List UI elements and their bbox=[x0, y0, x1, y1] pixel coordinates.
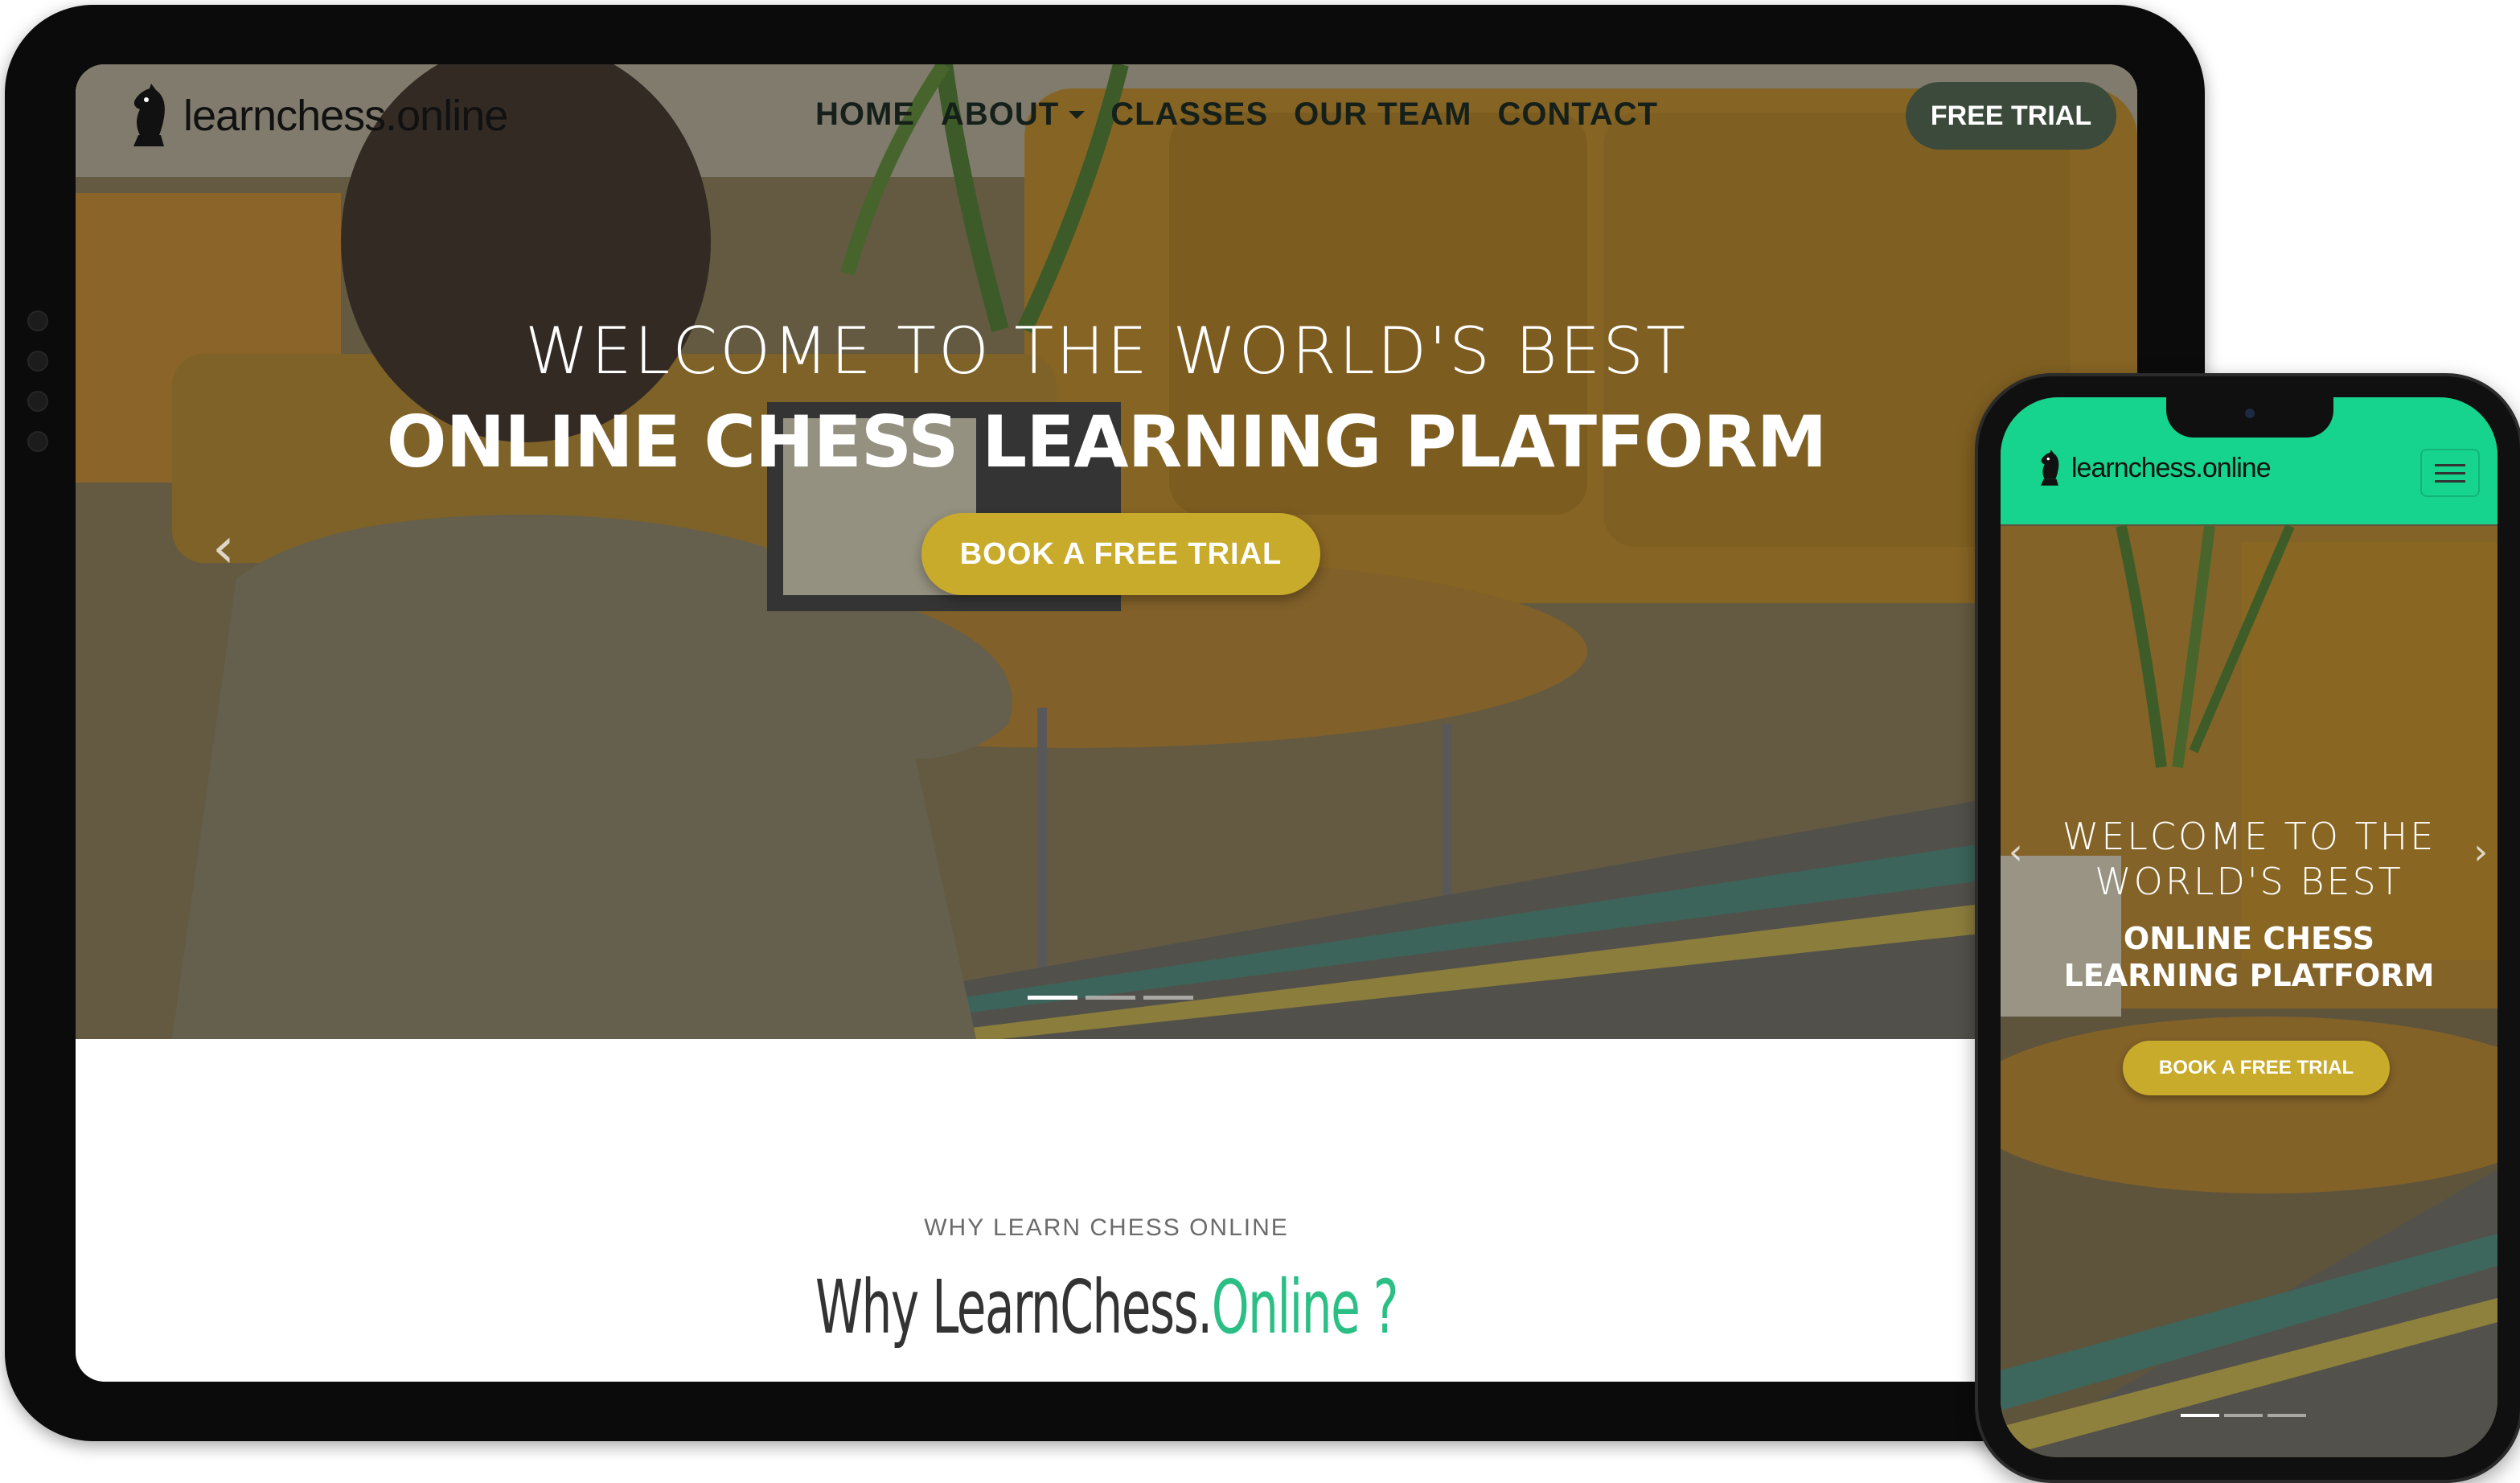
device-edge-dot bbox=[27, 431, 48, 452]
section-title-main: Why LearnChess. bbox=[815, 1264, 1213, 1350]
phone-book-free-trial-button[interactable]: BOOK A FREE TRIAL bbox=[2123, 1041, 2390, 1095]
carousel-indicator[interactable] bbox=[2181, 1414, 2219, 1417]
nav-item-contact-label: CONTACT bbox=[1497, 97, 1659, 132]
phone-carousel-indicators bbox=[2181, 1414, 2306, 1417]
phone-hero-subtitle: ONLINE CHESS LEARNING PLATFORM bbox=[2001, 920, 2497, 994]
tablet-device: learnchess.online HOME ABOUT CLASSES OUR… bbox=[5, 5, 2205, 1441]
carousel-indicator[interactable] bbox=[1143, 996, 1193, 1000]
nav-item-our-team-label: OUR TEAM bbox=[1294, 97, 1472, 132]
carousel-prev-icon[interactable]: ‹ bbox=[212, 515, 235, 581]
carousel-indicator[interactable] bbox=[1086, 996, 1135, 1000]
nav-item-about-label: ABOUT bbox=[941, 97, 1060, 132]
phone-screen: learnchess.online WELCOME TO THE WORLD'S… bbox=[2001, 397, 2497, 1457]
phone-hero-subtitle-line2: LEARNING PLATFORM bbox=[2063, 958, 2435, 993]
knight-logo-icon bbox=[2041, 450, 2059, 486]
phone-carousel-next-icon[interactable]: › bbox=[2473, 832, 2488, 873]
phone-device: learnchess.online WELCOME TO THE WORLD'S… bbox=[1975, 373, 2520, 1483]
carousel-indicator[interactable] bbox=[2224, 1414, 2263, 1417]
nav-item-about[interactable]: ABOUT bbox=[941, 97, 1086, 133]
phone-hero-title: WELCOME TO THE WORLD'S BEST bbox=[2001, 814, 2497, 904]
main-menu: HOME ABOUT CLASSES OUR TEAM CONTACT bbox=[815, 97, 1658, 133]
phone-hero-title-line2: WORLD'S BEST bbox=[2095, 860, 2403, 903]
nav-item-classes-label: CLASSES bbox=[1110, 97, 1269, 132]
hero-carousel: learnchess.online HOME ABOUT CLASSES OUR… bbox=[76, 64, 2137, 1039]
menu-hamburger-icon[interactable] bbox=[2420, 449, 2480, 497]
phone-carousel-prev-icon[interactable]: ‹ bbox=[2009, 832, 2023, 873]
section-title: Why LearnChess.Online ? bbox=[364, 1264, 1849, 1350]
phone-site-logo[interactable]: learnchess.online bbox=[2036, 449, 2272, 487]
camera-icon bbox=[2245, 409, 2255, 418]
top-navbar: learnchess.online HOME ABOUT CLASSES OUR… bbox=[76, 64, 2137, 185]
hero-title-line1: WELCOME TO THE WORLD'S BEST bbox=[525, 314, 1688, 388]
carousel-indicators bbox=[1028, 996, 1193, 1000]
phone-hero-subtitle-line1: ONLINE CHESS bbox=[2123, 921, 2375, 956]
section-title-accent: Online ? bbox=[1211, 1264, 1399, 1350]
device-edge-dot bbox=[27, 351, 48, 372]
device-edge-dot bbox=[27, 391, 48, 412]
nav-item-home-label: HOME bbox=[815, 97, 915, 132]
section-subtitle: WHY LEARN CHESS ONLINE bbox=[924, 1214, 1289, 1241]
free-trial-button[interactable]: FREE TRIAL bbox=[1906, 82, 2116, 150]
logo-text: learnchess.online bbox=[183, 92, 508, 140]
phone-notch bbox=[2166, 397, 2333, 438]
carousel-indicator[interactable] bbox=[1028, 996, 1077, 1000]
nav-item-classes[interactable]: CLASSES bbox=[1110, 97, 1268, 133]
nav-item-home[interactable]: HOME bbox=[815, 97, 915, 133]
hero-title-line2: ONLINE CHESS LEARNING PLATFORM bbox=[386, 401, 1828, 483]
book-free-trial-button[interactable]: BOOK A FREE TRIAL bbox=[921, 513, 1320, 595]
phone-hero-title-line1: WELCOME TO THE bbox=[2062, 815, 2436, 858]
nav-item-our-team[interactable]: OUR TEAM bbox=[1294, 97, 1471, 133]
carousel-indicator[interactable] bbox=[2268, 1414, 2306, 1417]
device-edge-dot bbox=[27, 310, 48, 331]
phone-logo-text: learnchess.online bbox=[2071, 452, 2272, 483]
tablet-screen: learnchess.online HOME ABOUT CLASSES OUR… bbox=[76, 64, 2137, 1382]
site-logo[interactable]: learnchess.online bbox=[125, 82, 508, 150]
chevron-down-icon bbox=[1069, 110, 1086, 119]
knight-logo-icon bbox=[133, 84, 165, 146]
nav-item-contact[interactable]: CONTACT bbox=[1497, 97, 1658, 133]
